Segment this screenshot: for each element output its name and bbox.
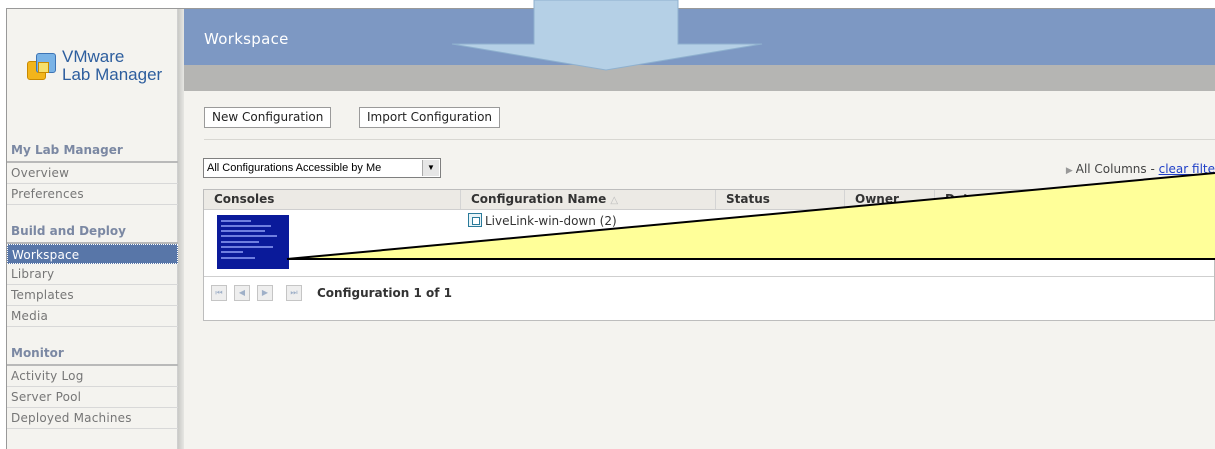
- nav-section-my-lab-manager: My Lab Manager Overview Preferences: [7, 139, 178, 205]
- sidebar-item-deployed-machines[interactable]: Deployed Machines: [7, 408, 178, 429]
- nav-heading: Build and Deploy: [7, 220, 178, 244]
- app-window: VMware Lab Manager My Lab Manager Overvi…: [6, 8, 1215, 449]
- filter-selected-value: All Configurations Accessible by Me: [207, 162, 382, 174]
- column-header-configuration-name[interactable]: Configuration Name △: [460, 190, 715, 209]
- configuration-name-cell[interactable]: LiveLink-win-down (2): [468, 213, 617, 228]
- configuration-name-link[interactable]: LiveLink-win-down (2): [485, 214, 617, 228]
- vmware-logo: VMware Lab Manager: [27, 47, 177, 97]
- sidebar-item-templates[interactable]: Templates: [7, 285, 178, 306]
- page-banner: Workspace: [184, 9, 1215, 65]
- column-header-date-deployed[interactable]: Date D: [934, 190, 1215, 209]
- page-title: Workspace: [204, 30, 289, 48]
- table-row[interactable]: LiveLink-win-down (2): [204, 210, 1214, 277]
- sidebar-item-library[interactable]: Library: [7, 264, 178, 285]
- triangle-right-icon: ▶: [1065, 166, 1073, 176]
- prev-page-icon[interactable]: ◀: [234, 285, 250, 301]
- column-header-status[interactable]: Status: [715, 190, 844, 209]
- column-filter-controls: ▶ All Columns - clear filte: [1066, 162, 1215, 176]
- sort-ascending-icon: △: [610, 195, 619, 206]
- nav-heading: Monitor: [7, 342, 178, 366]
- table-header: Consoles Configuration Name △ Status Own…: [204, 190, 1214, 210]
- import-configuration-button[interactable]: Import Configuration: [359, 107, 501, 128]
- clear-filter-link[interactable]: clear filte: [1159, 162, 1215, 176]
- configuration-icon: [468, 213, 482, 227]
- configuration-filter-select[interactable]: All Configurations Accessible by Me ▼: [203, 158, 441, 178]
- sidebar-item-preferences[interactable]: Preferences: [7, 184, 178, 205]
- divider: [204, 139, 1215, 140]
- sidebar-item-media[interactable]: Media: [7, 306, 178, 327]
- sidebar-item-activity-log[interactable]: Activity Log: [7, 366, 178, 387]
- nav-heading: My Lab Manager: [7, 139, 178, 163]
- nav-section-monitor: Monitor Activity Log Server Pool Deploye…: [7, 342, 178, 429]
- next-page-icon[interactable]: ▶: [257, 285, 273, 301]
- sidebar-item-server-pool[interactable]: Server Pool: [7, 387, 178, 408]
- logo-text-lab-manager: Lab Manager: [62, 65, 163, 84]
- column-header-consoles[interactable]: Consoles: [204, 190, 460, 209]
- nav-section-build-and-deploy: Build and Deploy Workspace Library Templ…: [7, 220, 178, 327]
- sidebar-item-workspace[interactable]: Workspace: [7, 244, 178, 264]
- first-page-icon[interactable]: ⏮: [211, 285, 227, 301]
- last-page-icon[interactable]: ⏭: [286, 285, 302, 301]
- column-header-owner[interactable]: Owner: [844, 190, 934, 209]
- configurations-table: Consoles Configuration Name △ Status Own…: [203, 189, 1215, 321]
- logo-text-vmware: VMware: [62, 47, 125, 66]
- banner-subbar: [184, 65, 1215, 91]
- sidebar: VMware Lab Manager My Lab Manager Overvi…: [7, 9, 178, 449]
- vmware-logo-icon: [27, 53, 57, 83]
- all-columns-label: All Columns -: [1075, 162, 1159, 176]
- console-thumbnail[interactable]: [217, 215, 289, 269]
- pagination-text: Configuration 1 of 1: [317, 286, 452, 300]
- sidebar-item-overview[interactable]: Overview: [7, 163, 178, 184]
- column-header-label: Configuration Name: [471, 192, 607, 206]
- chevron-down-icon[interactable]: ▼: [422, 160, 439, 176]
- new-configuration-button[interactable]: New Configuration: [204, 107, 332, 128]
- main-content: Workspace New Configuration Import Confi…: [184, 9, 1215, 449]
- pagination-bar: ⏮ ◀ ▶ ⏭ Configuration 1 of 1: [204, 278, 1214, 318]
